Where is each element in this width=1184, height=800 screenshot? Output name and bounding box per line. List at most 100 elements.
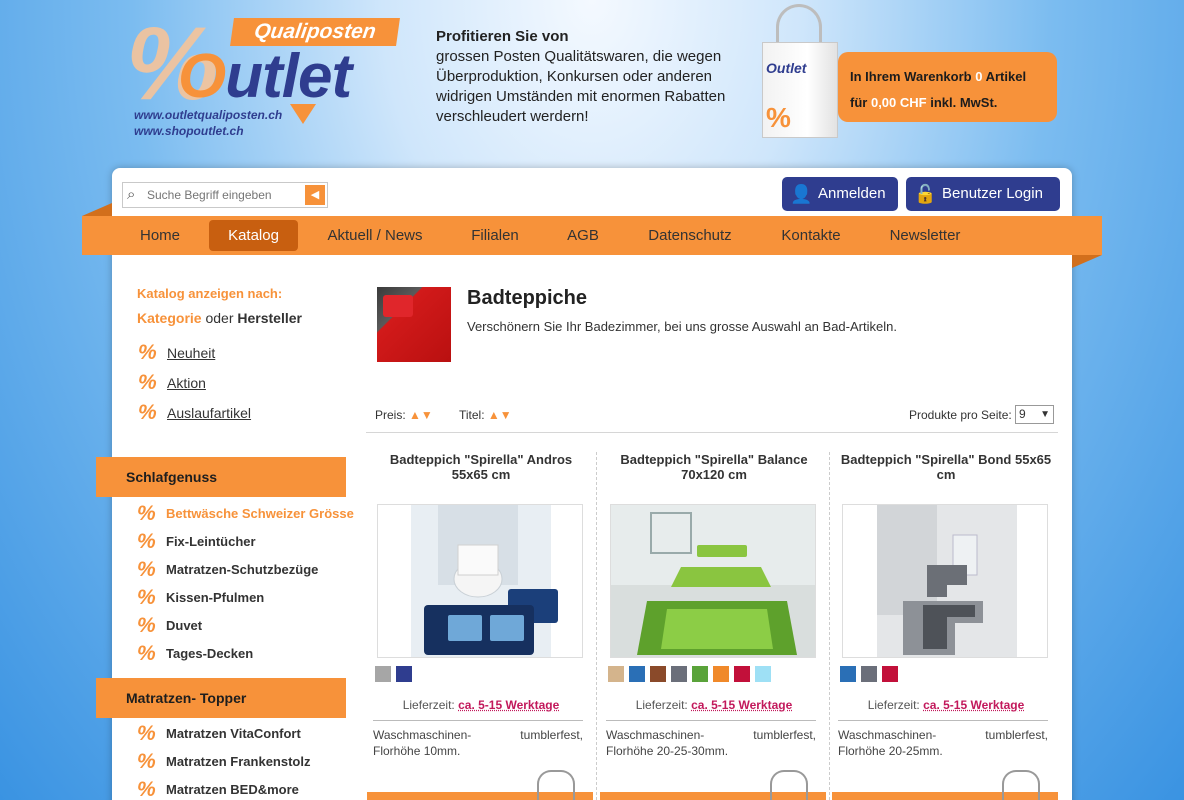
- nav-datenschutz[interactable]: Datenschutz: [640, 220, 740, 251]
- color-swatch[interactable]: [713, 666, 729, 682]
- sort-hersteller-link[interactable]: Hersteller: [237, 310, 302, 326]
- benutzer-login-button[interactable]: 🔓 Benutzer Login: [906, 177, 1060, 211]
- color-swatches: [840, 666, 903, 682]
- color-swatch[interactable]: [671, 666, 687, 682]
- cart-count-line: In Ihrem Warenkorb 0 Artikel: [850, 69, 1027, 84]
- color-swatch[interactable]: [840, 666, 856, 682]
- search-input[interactable]: [147, 186, 299, 204]
- product-description: Waschmaschinen- tumblerfest, Florhöhe 10…: [373, 728, 583, 758]
- product-card[interactable]: Badteppich "Spirella" Balance 70x120 cm …: [598, 452, 830, 800]
- color-swatch[interactable]: [861, 666, 877, 682]
- product-title[interactable]: Badteppich "Spirella" Balance 70x120 cm: [598, 452, 830, 482]
- sort-kategorie-link[interactable]: Kategorie: [137, 310, 202, 326]
- shopping-bag-icon[interactable]: [770, 770, 808, 800]
- per-page-label: Produkte pro Seite:: [909, 408, 1012, 422]
- category-title: Badteppiche: [467, 287, 588, 309]
- color-swatch[interactable]: [692, 666, 708, 682]
- delivery-time: Lieferzeit: ca. 5-15 Werktage: [402, 698, 560, 712]
- product-title[interactable]: Badteppich "Spirella" Bond 55x65 cm: [830, 452, 1062, 482]
- cart-total: 0,00 CHF: [870, 95, 927, 110]
- cart-summary[interactable]: In Ihrem Warenkorb 0 Artikel für 0,00 CH…: [838, 52, 1057, 122]
- sidebar-link-aktion[interactable]: Aktion: [167, 375, 206, 391]
- color-swatch[interactable]: [629, 666, 645, 682]
- sidebar-item-bettwaesche[interactable]: Bettwäsche Schweizer Grösse: [166, 506, 354, 521]
- product-image[interactable]: [377, 504, 583, 658]
- anmelden-button[interactable]: 👤 Anmelden: [782, 177, 898, 211]
- nav-home[interactable]: Home: [126, 220, 194, 251]
- color-swatch[interactable]: [375, 666, 391, 682]
- color-swatch[interactable]: [650, 666, 666, 682]
- shopping-bag-icon[interactable]: Outlet %: [758, 2, 844, 140]
- sort-price[interactable]: Preis: ▲▼: [375, 408, 433, 422]
- logo-wordmark: Outlet: [178, 42, 352, 111]
- delivery-time: Lieferzeit: ca. 5-15 Werktage: [867, 698, 1025, 712]
- percent-icon: %: [137, 530, 156, 553]
- shopping-bag-icon[interactable]: [537, 770, 575, 800]
- search-submit-button[interactable]: ◀: [305, 185, 325, 205]
- category-thumbnail: [377, 287, 451, 362]
- sidebar-link-neuheit[interactable]: Neuheit: [167, 345, 215, 361]
- delivery-time-link[interactable]: ca. 5-15 Werktage: [458, 698, 559, 712]
- nav-newsletter[interactable]: Newsletter: [880, 220, 970, 251]
- nav-kontakte[interactable]: Kontakte: [772, 220, 850, 251]
- color-swatch[interactable]: [734, 666, 750, 682]
- color-swatch[interactable]: [882, 666, 898, 682]
- per-page-select[interactable]: 9 ▼: [1015, 405, 1054, 424]
- bag-label: Outlet: [766, 60, 807, 76]
- product-image[interactable]: [610, 504, 816, 658]
- sort-arrows-icon[interactable]: ▲▼: [488, 408, 512, 422]
- header-tagline: Profitieren Sie von grossen Posten Quali…: [436, 27, 746, 127]
- color-swatch[interactable]: [755, 666, 771, 682]
- color-swatches: [608, 666, 776, 682]
- product-title[interactable]: Badteppich "Spirella" Andros 55x65 cm: [365, 452, 597, 482]
- percent-icon: %: [137, 722, 156, 745]
- sidebar-heading: Katalog anzeigen nach:: [137, 286, 283, 301]
- search-icon: ⌕: [127, 186, 136, 203]
- site-logo[interactable]: % Qualiposten Outlet www.outletqualipost…: [120, 12, 410, 142]
- product-image[interactable]: [842, 504, 1048, 658]
- sidebar-group-schlafgenuss[interactable]: Schlafgenuss: [96, 457, 346, 497]
- divider: [366, 432, 1058, 433]
- nav-fold-left: [82, 203, 112, 216]
- sidebar-sort-mode: Kategorie oder Hersteller: [137, 310, 302, 326]
- logo-url-2: www.shopoutlet.ch: [134, 124, 244, 138]
- percent-icon: %: [137, 586, 156, 609]
- logo-url-1: www.outletqualiposten.ch: [134, 108, 283, 122]
- logo-triangle: [290, 104, 316, 124]
- sort-arrows-icon[interactable]: ▲▼: [409, 408, 433, 422]
- product-card[interactable]: Badteppich "Spirella" Bond 55x65 cm Lief…: [830, 452, 1062, 800]
- sidebar-item-fix-leintuecher[interactable]: Fix-Leintücher: [166, 534, 256, 549]
- nav-filialen[interactable]: Filialen: [460, 220, 530, 251]
- product-card[interactable]: Badteppich "Spirella" Andros 55x65 cm Li…: [365, 452, 597, 800]
- sidebar-item-bed-more[interactable]: Matratzen BED&more: [166, 782, 299, 797]
- tagline-text: grossen Posten Qualitätswaren, die wegen…: [436, 48, 726, 125]
- percent-icon: %: [137, 642, 156, 665]
- sidebar-item-tages-decken[interactable]: Tages-Decken: [166, 646, 253, 661]
- nav-aktuell-news[interactable]: Aktuell / News: [315, 220, 435, 251]
- nav-katalog[interactable]: Katalog: [209, 220, 298, 251]
- login-icon: 🔓: [914, 184, 937, 204]
- product-description: Waschmaschinen- tumblerfest, Florhöhe 20…: [838, 728, 1048, 758]
- sidebar-item-vitaconfort[interactable]: Matratzen VitaConfort: [166, 726, 301, 741]
- color-swatch[interactable]: [396, 666, 412, 682]
- sidebar-item-matratzen-schutzbezuege[interactable]: Matratzen-Schutzbezüge: [166, 562, 318, 577]
- sidebar-item-frankenstolz[interactable]: Matratzen Frankenstolz: [166, 754, 310, 769]
- sidebar-group-matratzen-topper[interactable]: Matratzen- Topper: [96, 678, 346, 718]
- percent-icon: %: [138, 371, 157, 394]
- chevron-down-icon: ▼: [1040, 409, 1050, 420]
- product-description: Waschmaschinen- tumblerfest, Florhöhe 20…: [606, 728, 816, 758]
- percent-icon: %: [137, 750, 156, 773]
- percent-icon: %: [138, 341, 157, 364]
- delivery-time-link[interactable]: ca. 5-15 Werktage: [923, 698, 1024, 712]
- sidebar-item-duvet[interactable]: Duvet: [166, 618, 202, 633]
- sidebar-item-kissen-pfulmen[interactable]: Kissen-Pfulmen: [166, 590, 264, 605]
- sidebar-link-auslaufartikel[interactable]: Auslaufartikel: [167, 405, 251, 421]
- delivery-time-link[interactable]: ca. 5-15 Werktage: [691, 698, 792, 712]
- sort-title[interactable]: Titel: ▲▼: [459, 408, 512, 422]
- shopping-bag-icon[interactable]: [1002, 770, 1040, 800]
- nav-agb[interactable]: AGB: [556, 220, 610, 251]
- nav-fold-right: [1072, 255, 1102, 268]
- cart-count: 0: [975, 69, 983, 84]
- color-swatch[interactable]: [608, 666, 624, 682]
- search-box: ⌕ ◀: [122, 182, 328, 208]
